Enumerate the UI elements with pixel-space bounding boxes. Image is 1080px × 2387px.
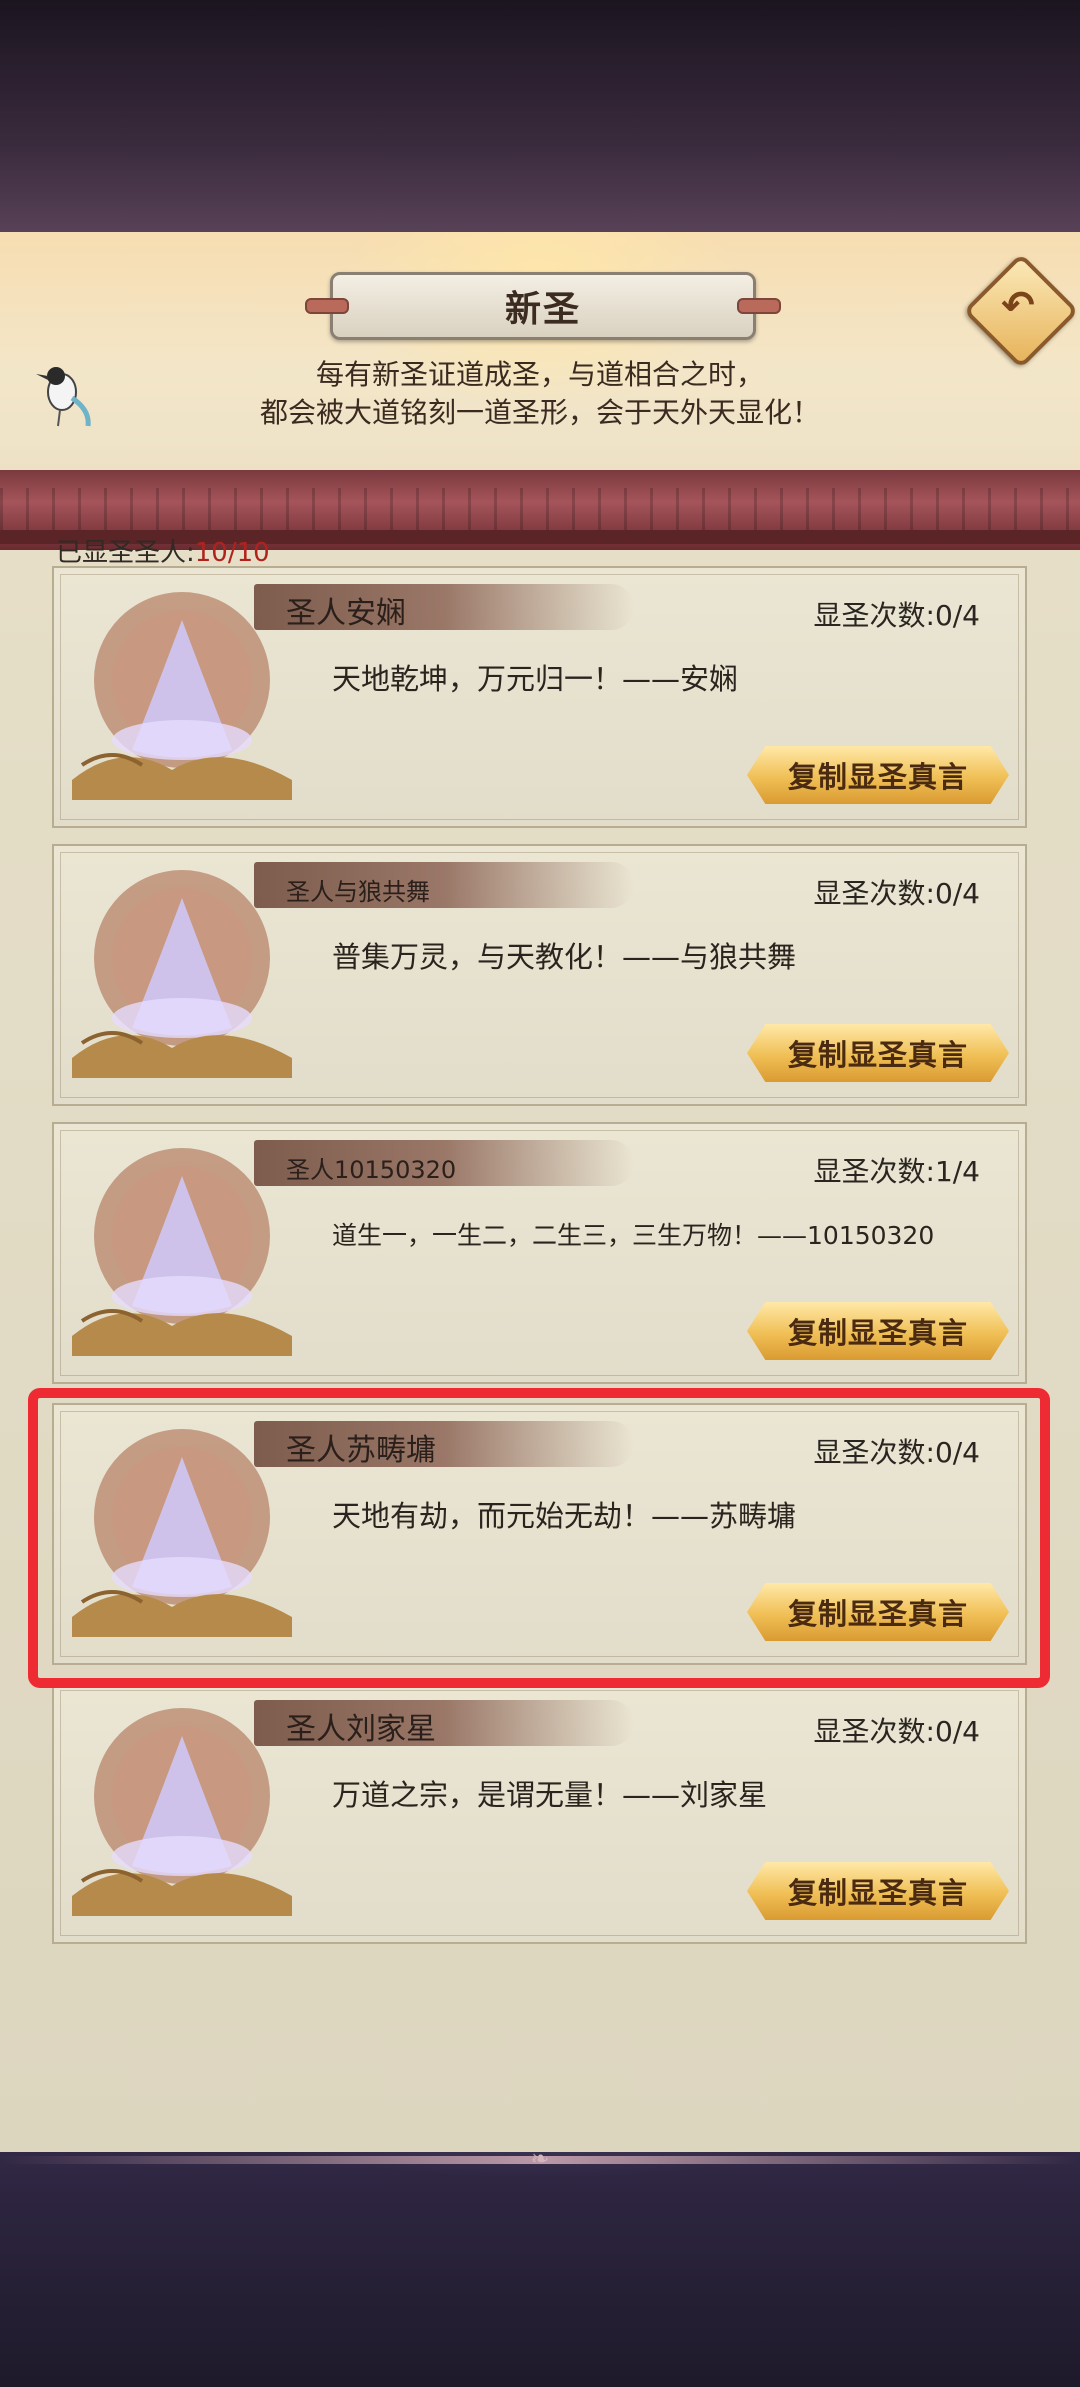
copy-mantra-button[interactable]: 复制显圣真言 xyxy=(747,746,1009,804)
manifest-count: 显圣次数:0/4 xyxy=(814,594,981,634)
page-title: 新圣 xyxy=(504,289,581,330)
sage-counter: 已显圣圣人:10/10 xyxy=(56,532,270,569)
manifest-count: 显圣次数:0/4 xyxy=(814,1710,981,1750)
count-label: 显圣次数: xyxy=(813,1155,935,1188)
count-value: 1/4 xyxy=(934,1155,980,1188)
intro-text: 每有新圣证道成圣，与道相合之时， 都会被大道铭刻一道圣形，会于天外天显化！ xyxy=(200,356,880,432)
sage-quote: 万道之宗，是谓无量！——刘家星 xyxy=(332,1778,768,1812)
sage-name: 圣人刘家星 xyxy=(286,1712,436,1747)
title-plaque: 新圣 xyxy=(305,272,781,340)
copy-mantra-button[interactable]: 复制显圣真言 xyxy=(747,1302,1009,1360)
counter-label: 已显圣圣人: xyxy=(56,538,195,568)
crane-bird-icon xyxy=(36,367,91,427)
bottom-emblem-icon: ❧ xyxy=(530,2147,550,2172)
count-label: 显圣次数: xyxy=(813,1715,935,1748)
roof-tiles xyxy=(0,488,1080,536)
sage-card: 圣人刘家星 显圣次数:0/4 万道之宗，是谓无量！——刘家星 复制显圣真言 xyxy=(52,1682,1027,1944)
sage-card: 圣人安娴 显圣次数:0/4 天地乾坤，万元归一！——安娴 复制显圣真言 xyxy=(52,566,1027,828)
manifest-count: 显圣次数:0/4 xyxy=(814,872,981,912)
count-value: 0/4 xyxy=(934,599,980,632)
intro-line-1: 每有新圣证道成圣，与道相合之时， xyxy=(315,358,764,391)
count-value: 0/4 xyxy=(934,877,980,910)
intro-line-2: 都会被大道铭刻一道圣形，会于天外天显化！ xyxy=(259,396,820,429)
sage-quote: 道生一，一生二，二生三，三生万物！——10150320 xyxy=(332,1221,935,1250)
sage-card: 圣人10150320 显圣次数:1/4 道生一，一生二，二生三，三生万物！——1… xyxy=(52,1122,1027,1384)
count-label: 显圣次数: xyxy=(813,599,935,632)
highlight-frame xyxy=(28,1388,1050,1688)
count-value: 0/4 xyxy=(934,1715,980,1748)
copy-mantra-button[interactable]: 复制显圣真言 xyxy=(747,1862,1009,1920)
back-arrow-icon[interactable]: ↶ xyxy=(994,282,1042,330)
copy-mantra-button[interactable]: 复制显圣真言 xyxy=(747,1024,1009,1082)
sage-quote: 普集万灵，与天教化！——与狼共舞 xyxy=(332,940,797,974)
sage-name: 圣人安娴 xyxy=(286,596,406,631)
count-label: 显圣次数: xyxy=(813,877,935,910)
manifest-count: 显圣次数:1/4 xyxy=(814,1150,981,1190)
sage-quote: 天地乾坤，万元归一！——安娴 xyxy=(332,662,739,696)
sage-name: 圣人10150320 xyxy=(286,1156,457,1184)
sage-name: 圣人与狼共舞 xyxy=(286,878,430,906)
sage-card: 圣人与狼共舞 显圣次数:0/4 普集万灵，与天教化！——与狼共舞 复制显圣真言 xyxy=(52,844,1027,1106)
counter-value: 10/10 xyxy=(194,538,270,568)
